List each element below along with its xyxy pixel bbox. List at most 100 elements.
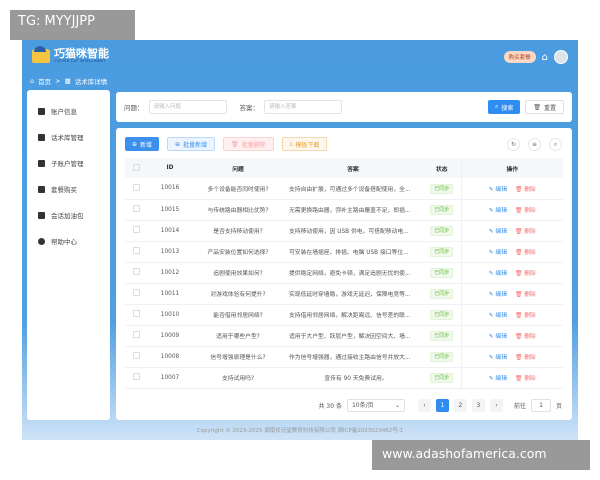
question-input[interactable]: 请输入问题 <box>148 100 227 114</box>
delete-button[interactable]: 🗑 删除 <box>515 187 536 193</box>
delete-button[interactable]: 🗑 删除 <box>515 313 536 319</box>
delete-label: 删除 <box>524 186 536 193</box>
template-download-button[interactable]: ⤓ 模板下载 <box>281 137 328 151</box>
plus-icon: ⊕ <box>175 140 181 148</box>
row-checkbox[interactable] <box>132 247 140 254</box>
breadcrumb-home[interactable]: 首页 <box>38 76 51 86</box>
sidebar-item-help[interactable]: 帮助中心 <box>27 228 110 254</box>
cell-answer: 支持移动使用，因 USB 供电，可搭配移动电... <box>283 220 423 242</box>
delete-button[interactable]: 🗑 删除 <box>515 250 536 256</box>
add-button[interactable]: ⊕ 新增 <box>125 137 160 151</box>
edit-button[interactable]: ✎ 编辑 <box>489 313 507 319</box>
edit-label: 编辑 <box>495 250 507 256</box>
row-checkbox[interactable] <box>132 352 140 359</box>
header-question: 问题 <box>193 158 283 178</box>
row-checkbox[interactable] <box>132 268 140 275</box>
row-checkbox[interactable] <box>132 183 140 191</box>
table-row: 10013 产品安装位置如何选择? 可安装在墙插座、排插、电脑 USB 接口等位… <box>125 241 563 263</box>
delete-button[interactable]: 🗑 删除 <box>515 355 536 361</box>
edit-label: 编辑 <box>495 229 507 235</box>
row-checkbox[interactable] <box>132 205 140 212</box>
status-badge: 已同步 <box>430 183 454 194</box>
delete-button[interactable]: 🗑 删除 <box>515 271 536 277</box>
header-answer: 答案 <box>283 158 423 178</box>
buy-package-button[interactable]: 购买套餐 <box>503 51 536 63</box>
cell-id: 10014 <box>147 220 193 242</box>
sidebar-item-account[interactable]: 账户信息 <box>27 98 110 124</box>
sidebar-item-scripts[interactable]: 话术库管理 <box>27 124 110 150</box>
delete-button[interactable]: 🗑 删除 <box>515 376 536 382</box>
sidebar-item-label: 会话加油包 <box>51 212 84 220</box>
cell-id: 10015 <box>147 199 193 221</box>
page-3[interactable]: 3 <box>471 399 485 412</box>
edit-button[interactable]: ✎ 编辑 <box>489 355 507 361</box>
delete-button[interactable]: 🗑 删除 <box>515 334 536 340</box>
answer-input[interactable]: 请输入答案 <box>264 100 342 114</box>
row-checkbox[interactable] <box>132 373 140 380</box>
edit-button[interactable]: ✎ 编辑 <box>489 229 507 235</box>
cell-answer: 提供稳定网络，避免卡顿，满足追剧无忧的使... <box>283 262 423 284</box>
cat-logo-icon <box>32 45 50 63</box>
batch-add-button[interactable]: ⊕ 批量新增 <box>167 137 216 151</box>
sidebar-item-session-pack[interactable]: 会话加油包 <box>27 202 110 228</box>
page-1[interactable]: 1 <box>435 399 449 412</box>
batch-delete-button[interactable]: 🗑 批量删除 <box>223 137 274 151</box>
table-row: 10010 能否借用邻居网络? 支持借用邻居网络，解决距离远、信号差的联... … <box>125 304 563 326</box>
edit-button[interactable]: ✎ 编辑 <box>489 187 507 193</box>
cell-question: 能否借用邻居网络? <box>193 304 283 326</box>
delete-button[interactable]: 🗑 删除 <box>515 208 536 214</box>
next-page-button[interactable]: › <box>489 399 503 412</box>
row-checkbox[interactable] <box>132 226 140 233</box>
search-icon[interactable]: ⌕ <box>549 138 562 151</box>
delete-label: 删除 <box>524 292 536 298</box>
page-size-select[interactable]: 10条/页 ⌄ <box>346 399 405 412</box>
watermark-top-left: TG: MYYJJPP <box>10 10 135 40</box>
row-checkbox[interactable] <box>132 310 140 317</box>
cell-id: 10012 <box>147 262 193 284</box>
row-checkbox[interactable] <box>132 331 140 338</box>
edit-button[interactable]: ✎ 编辑 <box>489 250 507 256</box>
home-icon[interactable]: ⌂ <box>542 52 548 63</box>
copyright: Copyright © 2023-2025 湖南伏元堂教育科技有限公司 湘ICP… <box>196 428 404 434</box>
cell-answer: 作为信号增强器，通过接收主路由信号并放大... <box>283 346 423 368</box>
cell-id: 10007 <box>147 367 193 389</box>
sidebar-item-label: 账户信息 <box>51 108 77 116</box>
page-2[interactable]: 2 <box>453 399 467 412</box>
reset-button[interactable]: 🗑 重置 <box>525 100 564 114</box>
prev-page-button[interactable]: ‹ <box>417 399 431 412</box>
columns-icon[interactable]: ≡ <box>528 138 541 151</box>
sidebar-item-packages[interactable]: 套餐购买 <box>27 176 110 202</box>
status-badge: 已同步 <box>430 352 454 362</box>
cell-answer: 实现低延时穿墙稳，游戏无延迟，保障电竞等... <box>283 283 423 305</box>
row-checkbox[interactable] <box>132 289 140 296</box>
cell-question: 多个设备能否同时使用? <box>193 178 283 200</box>
delete-button[interactable]: 🗑 删除 <box>515 292 536 298</box>
table-row: 10012 追剧使用效果如何? 提供稳定网络，避免卡顿，满足追剧无忧的使... … <box>125 262 563 284</box>
cell-answer: 无需更换路由器，弥补主路由覆盖不足，即插... <box>283 199 423 221</box>
edit-button[interactable]: ✎ 编辑 <box>489 271 507 277</box>
monitor-icon <box>38 133 45 141</box>
sidebar-item-subaccounts[interactable]: 子账户管理 <box>27 150 110 176</box>
delete-label: 删除 <box>524 376 536 382</box>
breadcrumb-separator: > <box>55 77 61 85</box>
edit-button[interactable]: ✎ 编辑 <box>489 376 507 382</box>
trash-icon: 🗑 <box>515 313 523 319</box>
delete-label: 删除 <box>524 355 536 361</box>
edit-button[interactable]: ✎ 编辑 <box>489 208 507 214</box>
batch-delete-label: 批量删除 <box>241 141 266 149</box>
select-all-checkbox[interactable] <box>132 163 140 171</box>
trash-icon: 🗑 <box>515 250 523 256</box>
bag-icon <box>38 211 45 219</box>
trash-icon: 🗑 <box>515 208 523 214</box>
edit-button[interactable]: ✎ 编辑 <box>489 292 507 298</box>
goto-page-input[interactable]: 1 <box>530 399 551 412</box>
avatar[interactable] <box>554 50 568 64</box>
edit-icon: ✎ <box>488 250 494 256</box>
refresh-icon[interactable]: ↻ <box>507 138 520 151</box>
plus-icon: ⊕ <box>132 140 138 148</box>
page-unit: 页 <box>555 403 562 410</box>
delete-button[interactable]: 🗑 删除 <box>515 229 536 235</box>
search-button[interactable]: ⌕ 搜索 <box>487 100 521 114</box>
trash-icon: 🗑 <box>231 140 239 148</box>
edit-button[interactable]: ✎ 编辑 <box>489 334 507 340</box>
